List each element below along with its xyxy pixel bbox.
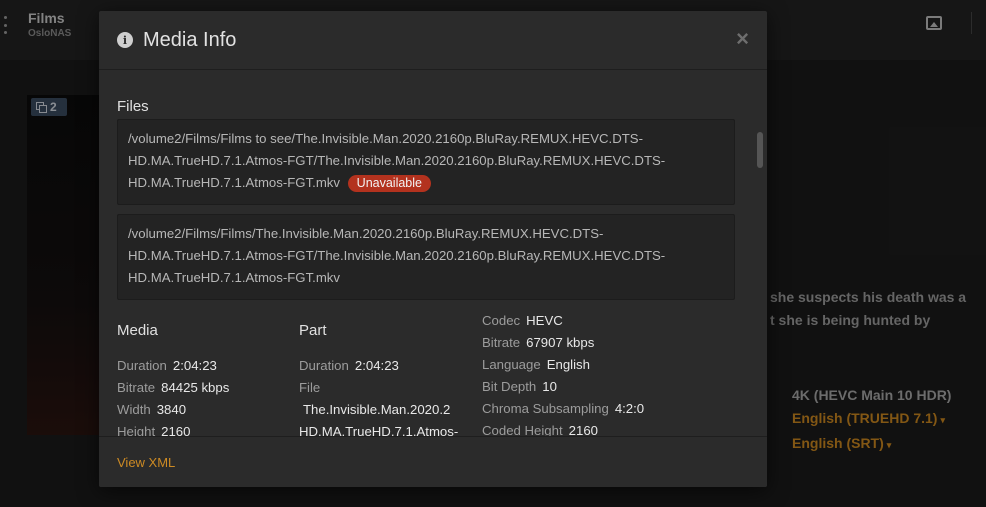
close-icon[interactable]: ×: [736, 28, 749, 50]
part-row: HD.MA.TrueHD.7.1.Atmos-: [299, 421, 469, 436]
stream-value: 67907 kbps: [526, 335, 595, 350]
dialog-footer: View XML: [99, 436, 767, 487]
dialog-scrollbar[interactable]: [757, 132, 763, 168]
media-column: Media Duration 2:04:23 Bitrate 84425 kbps …: [117, 310, 287, 436]
info-icon: i: [117, 32, 133, 48]
dialog-header: i Media Info ×: [99, 11, 767, 70]
media-key: Bitrate: [117, 380, 156, 395]
stream-row: Coded Height 2160: [482, 420, 742, 436]
file-entry: /volume2/Films/Films/The.Invisible.Man.2…: [117, 214, 735, 300]
media-value: 2160: [161, 424, 191, 436]
files-heading: Files: [117, 98, 149, 115]
media-row: Width 3840: [117, 399, 287, 421]
part-row: Duration 2:04:23: [299, 355, 469, 377]
media-row: Duration 2:04:23: [117, 355, 287, 377]
dialog-body[interactable]: Files /volume2/Films/Films to see/The.In…: [99, 70, 767, 436]
part-heading: Part: [299, 322, 327, 339]
part-row: File: [299, 377, 469, 399]
stream-value: 2160: [568, 423, 598, 436]
media-key: Height: [117, 424, 156, 436]
stream-row: Language English: [482, 354, 742, 376]
part-value: 2:04:23: [354, 358, 399, 373]
media-value: 3840: [156, 402, 187, 417]
stream-key: Language: [482, 357, 541, 372]
stream-key: Bitrate: [482, 335, 521, 350]
stream-row: Codec HEVC: [482, 310, 742, 332]
file-path: /volume2/Films/Films/The.Invisible.Man.2…: [128, 226, 666, 285]
stream-value: 4:2:0: [614, 401, 645, 416]
stream-row: Bitrate 67907 kbps: [482, 332, 742, 354]
stream-key: Chroma Subsampling: [482, 401, 609, 416]
part-file-value: The.Invisible.Man.2020.2: [303, 402, 451, 417]
stream-row: Chroma Subsampling 4:2:0: [482, 398, 742, 420]
status-badge: Unavailable: [347, 175, 431, 192]
stream-value: 10: [542, 379, 557, 394]
stream-key: Coded Height: [482, 423, 563, 436]
part-file-value: HD.MA.TrueHD.7.1.Atmos-: [299, 424, 459, 436]
stream-key: Codec: [482, 313, 521, 328]
media-heading: Media: [117, 322, 158, 339]
media-value: 84425 kbps: [161, 380, 230, 395]
stream-value: English: [546, 357, 590, 372]
part-column: Part Duration 2:04:23 File The.Invisible.…: [299, 310, 469, 436]
stream-value: HEVC: [526, 313, 563, 328]
part-key: Duration: [299, 358, 349, 373]
media-info-dialog: i Media Info × Files /volume2/Films/Film…: [99, 11, 767, 487]
file-entry: /volume2/Films/Films to see/The.Invisibl…: [117, 119, 735, 205]
part-row: The.Invisible.Man.2020.2: [299, 399, 469, 421]
stream-column: Codec HEVC Bitrate 67907 kbps Language Engl…: [482, 310, 742, 436]
view-xml-link[interactable]: View XML: [117, 455, 175, 470]
part-key: File: [299, 380, 321, 395]
dialog-title: Media Info: [143, 28, 237, 51]
media-value: 2:04:23: [172, 358, 217, 373]
media-row: Height 2160: [117, 421, 287, 436]
media-row: Bitrate 84425 kbps: [117, 377, 287, 399]
stream-row: Bit Depth 10: [482, 376, 742, 398]
stream-key: Bit Depth: [482, 379, 537, 394]
media-key: Duration: [117, 358, 167, 373]
media-key: Width: [117, 402, 151, 417]
